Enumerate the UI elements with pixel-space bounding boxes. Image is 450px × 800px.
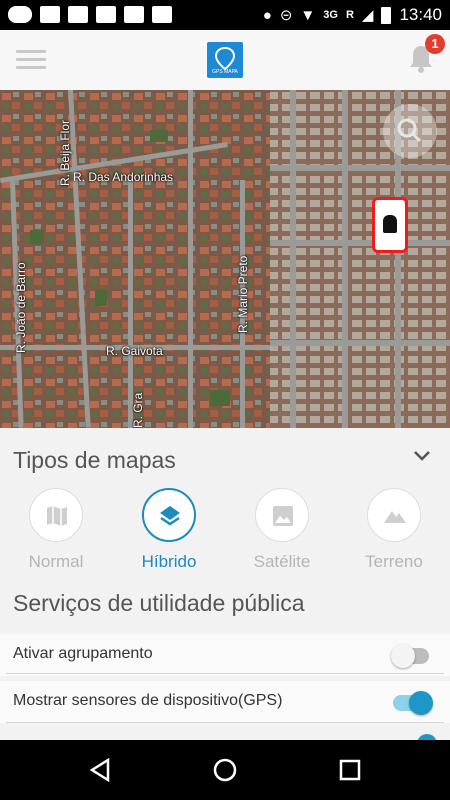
home-icon[interactable]	[212, 757, 238, 783]
clock: 13:40	[399, 5, 442, 24]
clustering-toggle[interactable]	[391, 644, 429, 668]
search-icon	[397, 118, 422, 143]
back-icon[interactable]	[88, 757, 112, 783]
street-label: R. Beija Flor	[58, 119, 72, 186]
chat-notification-icon	[8, 6, 32, 23]
setting-label: Mostrar sensores de dispositivo(GPS)	[13, 692, 283, 709]
android-icon	[383, 215, 397, 233]
setting-label: Ativar agrupamento	[13, 645, 153, 662]
map-icon	[47, 506, 67, 526]
setting-clustering[interactable]: Ativar agrupamento	[0, 634, 450, 676]
map-type-terrain[interactable]: Terreno	[344, 488, 444, 578]
map-type-normal[interactable]: Normal	[6, 488, 106, 578]
street-label: R. Gaivota	[106, 344, 163, 358]
street-label: R. Gra	[131, 392, 145, 428]
map-type-satellite[interactable]: Satélite	[232, 488, 332, 578]
map-type-hybrid[interactable]: Híbrido	[119, 488, 219, 578]
gmail-icon	[40, 6, 60, 23]
signal-icon: ◢	[361, 7, 374, 24]
layers-icon	[160, 506, 180, 526]
recent-apps-icon[interactable]	[338, 757, 362, 783]
map-type-label: Normal	[28, 552, 84, 571]
app-notification-icon	[96, 6, 116, 23]
map-search-button[interactable]	[383, 104, 437, 158]
hamburger-menu-icon[interactable]	[16, 50, 46, 70]
roaming-indicator: R	[345, 9, 354, 21]
app-logo: GPS MAPA	[207, 42, 243, 78]
divider	[6, 722, 444, 723]
map-type-label: Terreno	[365, 552, 423, 571]
map-type-label: Híbrido	[141, 552, 197, 571]
utility-services-title: Serviços de utilidade pública	[13, 590, 305, 616]
app-notification-icon	[68, 6, 88, 23]
device-location-marker[interactable]	[372, 197, 408, 253]
chevron-down-icon[interactable]	[413, 450, 431, 462]
logo-caption: GPS MAPA	[212, 69, 238, 75]
do-not-disturb-icon: ⊝	[279, 7, 293, 24]
map-types-title: Tipos de mapas	[13, 447, 176, 473]
app-notification-icon	[152, 6, 172, 23]
app-notification-icon	[124, 6, 144, 23]
app-bar: GPS MAPA 1	[0, 30, 450, 90]
network-type: 3G	[323, 9, 338, 21]
navigation-bar	[0, 740, 450, 800]
wifi-icon: ▼	[300, 6, 316, 24]
image-icon	[273, 506, 293, 526]
map-type-label: Satélite	[253, 552, 311, 571]
map-options-panel: Tipos de mapas Normal Híbrido Satélite T…	[0, 428, 450, 744]
notification-badge: 1	[425, 34, 445, 54]
battery-icon	[381, 6, 392, 24]
divider	[6, 673, 444, 674]
map-view[interactable]: R. Beija Flor R. Das Andorinhas R. João …	[0, 90, 450, 428]
terrain-icon	[384, 511, 406, 523]
street-label: R. João de Barro	[14, 262, 28, 353]
location-icon: ●	[262, 6, 272, 24]
street-label: R. Das Andorinhas	[73, 170, 174, 184]
street-label: R. Mario Preto	[236, 255, 250, 333]
gps-sensors-toggle[interactable]	[393, 691, 433, 715]
setting-show-gps-sensors[interactable]: Mostrar sensores de dispositivo(GPS)	[0, 681, 450, 723]
status-bar: ● ⊝ ▼ 3G R ◢ 13:40	[0, 0, 450, 30]
